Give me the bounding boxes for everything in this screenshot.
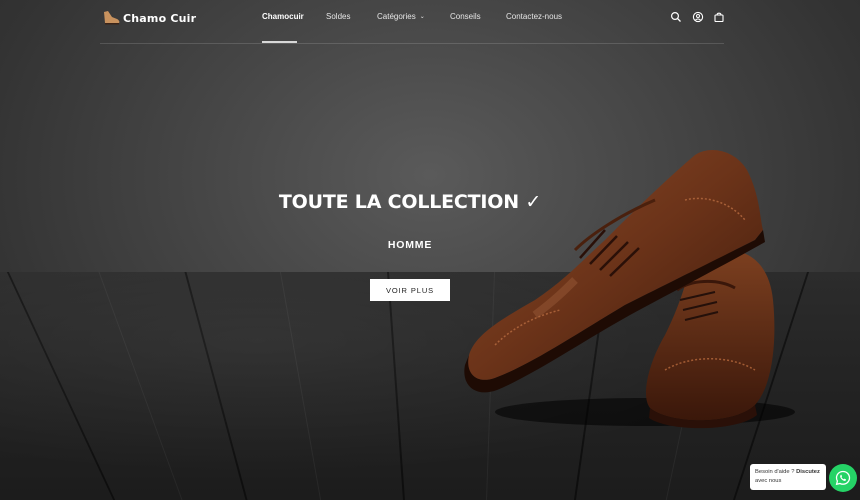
shoe-logo-icon — [104, 11, 120, 25]
nav-item-conseils[interactable]: Conseils — [450, 12, 481, 21]
search-icon[interactable] — [670, 11, 682, 23]
brand-name: Chamo Cuir — [123, 11, 197, 25]
brand-logo[interactable]: Chamo Cuir — [101, 8, 196, 28]
site-header: Chamo Cuir Chamocuir Soldes Catégories ⌄ … — [0, 0, 860, 44]
chat-text-2: Discutez — [796, 469, 820, 475]
whatsapp-button[interactable] — [829, 464, 857, 492]
account-icon[interactable] — [692, 11, 704, 23]
nav-item-contact[interactable]: Contactez-nous — [506, 12, 562, 21]
header-divider — [100, 43, 724, 44]
chat-prompt[interactable]: Besoin d'aide ? Discutez avec nous — [750, 464, 826, 490]
nav-item-categories-label: Catégories — [377, 12, 416, 21]
nav-item-categories[interactable]: Catégories ⌄ — [377, 12, 425, 21]
hero-subtitle: HOMME — [387, 239, 433, 251]
nav-item-soldes[interactable]: Soldes — [326, 12, 350, 21]
nav-item-chamocuir[interactable]: Chamocuir — [262, 12, 304, 21]
chevron-down-icon: ⌄ — [419, 14, 425, 20]
chat-text-1: Besoin d'aide ? — [755, 469, 797, 475]
hero-title: TOUTE LA COLLECTION ✓ — [278, 191, 542, 213]
chat-text-3: avec nous — [755, 478, 782, 484]
shoes-image — [464, 150, 795, 429]
voir-plus-button[interactable]: VOIR PLUS — [370, 279, 450, 301]
cart-icon[interactable] — [713, 11, 725, 23]
whatsapp-icon — [835, 470, 851, 486]
